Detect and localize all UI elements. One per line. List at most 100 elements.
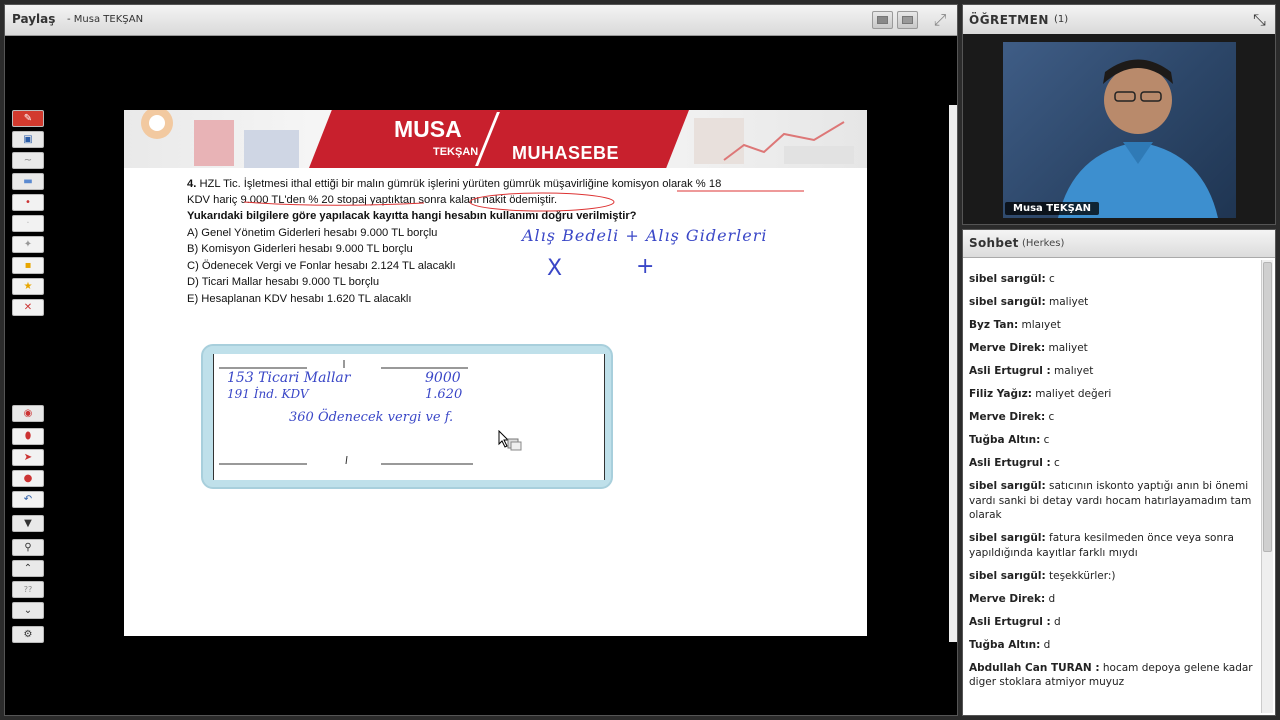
chat-message-text: c: [1049, 273, 1055, 285]
handwriting-x: X: [547, 256, 563, 281]
chat-message-user: Tuğba Altın:: [969, 638, 1041, 651]
pen-tool-icon[interactable]: ✎: [12, 110, 44, 127]
chat-title: Sohbet: [969, 236, 1019, 250]
chat-message-text: d: [1043, 638, 1051, 651]
chat-message-user: Abdullah Can TURAN :: [969, 661, 1100, 674]
star-icon[interactable]: ★: [12, 278, 44, 295]
question-line-1: 4. HZL Tic. İşletmesi ithal ettiği bir m…: [187, 178, 721, 190]
teacher-video: Musa TEKŞAN: [1003, 42, 1236, 218]
question-prompt: Yukarıdaki bilgilere göre yapılacak kayı…: [187, 210, 637, 222]
chat-message: Byz Tan: mlaıyet: [969, 318, 1255, 333]
chat-message-text: teşekkürler:): [1049, 569, 1116, 582]
chat-message-list: sibel sarıgül: c sibel sarıgül: maliyet By…: [969, 272, 1255, 698]
t-row1-account: 153 Ticari Mallar: [227, 370, 351, 386]
chat-scope[interactable]: (Herkes): [1022, 238, 1064, 249]
chat-message-text: c: [1054, 457, 1060, 469]
share-subtitle: - Musa TEKŞAN: [67, 14, 144, 25]
white-dot-icon[interactable]: ·: [12, 215, 44, 232]
chevron-down-icon[interactable]: ⌄: [12, 602, 44, 619]
close-icon[interactable]: ✕: [12, 299, 44, 316]
expand-icon[interactable]: ⤡: [1253, 10, 1266, 30]
chat-message: Tuğba Altın: d: [969, 638, 1255, 653]
chat-message: sibel sarıgül: fatura kesilmeden önce ve…: [969, 531, 1255, 560]
slide-banner: MUSA TEKŞAN MUHASEBE: [124, 110, 867, 168]
fullscreen-icon[interactable]: ⤢: [930, 11, 950, 29]
t-row3-account: 360 Ödenecek vergi ve f.: [289, 410, 454, 425]
chat-message-user: sibel sarıgül:: [969, 569, 1046, 582]
teacher-header: ÖĞRETMEN (1) ⤡: [963, 5, 1275, 34]
share-scrollbar[interactable]: [949, 105, 957, 642]
question-number: 4.: [187, 178, 197, 190]
eraser-icon[interactable]: ◉: [12, 405, 44, 422]
teacher-video-frame: [1058, 59, 1218, 218]
t-row2-value: 1.620: [425, 387, 463, 402]
teacher-name-tag: Musa TEKŞAN: [1005, 202, 1099, 215]
chat-pod: Sohbet (Herkes) sibel sarıgül: c sibel sa…: [962, 229, 1276, 716]
share-pod: Paylaş - Musa TEKŞAN ⤢ ✎ ▣ ~ ▬ • · ✦ ▪ ★…: [4, 4, 958, 716]
question-text-1: HZL Tic. İşletmesi ithal ettiği bir malı…: [199, 178, 722, 190]
chat-scroll-thumb[interactable]: [1263, 262, 1272, 552]
chat-message: Asli Ertugrul : d: [969, 615, 1255, 630]
chat-message-text: malıyet: [1054, 365, 1094, 377]
chat-message-user: sibel sarıgül:: [969, 532, 1046, 544]
chat-message: Abdullah Can TURAN : hocam depoya gelene…: [969, 661, 1255, 690]
teacher-count: (1): [1054, 14, 1069, 25]
layout-icon: [902, 16, 913, 24]
gear-icon[interactable]: ⚙: [12, 626, 44, 643]
chat-message-user: Asli Ertugrul :: [969, 365, 1051, 377]
chat-message: Filiz Yağız: maliyet değeri: [969, 387, 1255, 402]
t-account-inner: 153 Ticari Mallar 9000 191 İnd. KDV 1.62…: [213, 354, 605, 480]
chat-message: sibel sarıgül: maliyet: [969, 295, 1255, 310]
handwriting-top: Alış Bedeli + Alış Giderleri: [522, 226, 768, 245]
chat-message-text: mlaıyet: [1021, 319, 1061, 331]
chat-message: Merve Direk: c: [969, 410, 1255, 425]
layout-button-1[interactable]: [872, 11, 893, 29]
chat-message-text: d: [1054, 615, 1061, 628]
pointer-icon[interactable]: ➤: [12, 449, 44, 466]
banner-red-strip: [309, 110, 689, 168]
question-text-2: KDV hariç 9.000 TL'den % 20 stopaj yaptı…: [187, 194, 558, 206]
chat-message-text: maliyet değeri: [1035, 388, 1112, 400]
layout-button-2[interactable]: [897, 11, 918, 29]
chat-message-user: Merve Direk:: [969, 342, 1046, 354]
layout-icon: [877, 16, 888, 24]
chat-message-text: c: [1043, 434, 1050, 446]
mouse-cursor-icon: [498, 430, 522, 451]
zoom-icon[interactable]: ⚲: [12, 539, 44, 556]
marker-icon[interactable]: ●: [12, 470, 44, 487]
delete-icon[interactable]: ⬮: [12, 428, 44, 445]
whiteboard-slide[interactable]: MUSA TEKŞAN MUHASEBE 4. HZL Tic. İşletme…: [124, 110, 867, 636]
chat-scrollbar[interactable]: [1261, 260, 1273, 713]
dropdown-icon[interactable]: ▼: [12, 515, 44, 532]
t-row1-value: 9000: [425, 370, 461, 386]
option-a: A) Genel Yönetim Giderleri hesabı 9.000 …: [187, 227, 438, 239]
line-tool-icon[interactable]: ~: [12, 152, 44, 169]
chat-message-user: sibel sarıgül:: [969, 480, 1046, 492]
page-indicator: ??: [12, 581, 44, 598]
chat-message: Tuğba Altın: c: [969, 433, 1255, 448]
chat-message-text: maliyet: [1049, 296, 1089, 308]
chat-message-text: c: [1048, 411, 1055, 423]
undo-icon[interactable]: ↶: [12, 491, 44, 508]
chat-message: sibel sarıgül: satıcının iskonto yaptığı…: [969, 479, 1255, 523]
chat-message-user: Asli Ertugrul :: [969, 615, 1051, 628]
brush-icon[interactable]: ✦: [12, 236, 44, 253]
option-c: C) Ödenecek Vergi ve Fonlar hesabı 2.124…: [187, 260, 456, 272]
chat-message-text: maliyet: [1048, 342, 1088, 354]
option-b: B) Komisyon Giderleri hesabı 9.000 TL bo…: [187, 243, 413, 255]
chevron-up-icon[interactable]: ⌃: [12, 560, 44, 577]
save-icon[interactable]: ▣: [12, 131, 44, 148]
chat-message: Merve Direk: maliyet: [969, 341, 1255, 356]
chat-message-user: sibel sarıgül:: [969, 296, 1046, 308]
t-account-box: 153 Ticari Mallar 9000 191 İnd. KDV 1.62…: [201, 344, 613, 489]
chat-header: Sohbet (Herkes): [963, 230, 1275, 258]
red-dot-icon[interactable]: •: [12, 194, 44, 211]
chat-message: Asli Ertugrul : c: [969, 456, 1255, 471]
teacher-pod: ÖĞRETMEN (1) ⤡ Musa TEKŞAN: [962, 4, 1276, 225]
chat-message: Asli Ertugrul : malıyet: [969, 364, 1255, 379]
chat-message-user: Merve Direk:: [969, 411, 1046, 423]
chat-message: sibel sarıgül: teşekkürler:): [969, 569, 1255, 584]
chat-message-user: Filiz Yağız:: [969, 388, 1032, 400]
rect-tool-icon[interactable]: ▬: [12, 173, 44, 190]
highlighter-icon[interactable]: ▪: [12, 257, 44, 274]
